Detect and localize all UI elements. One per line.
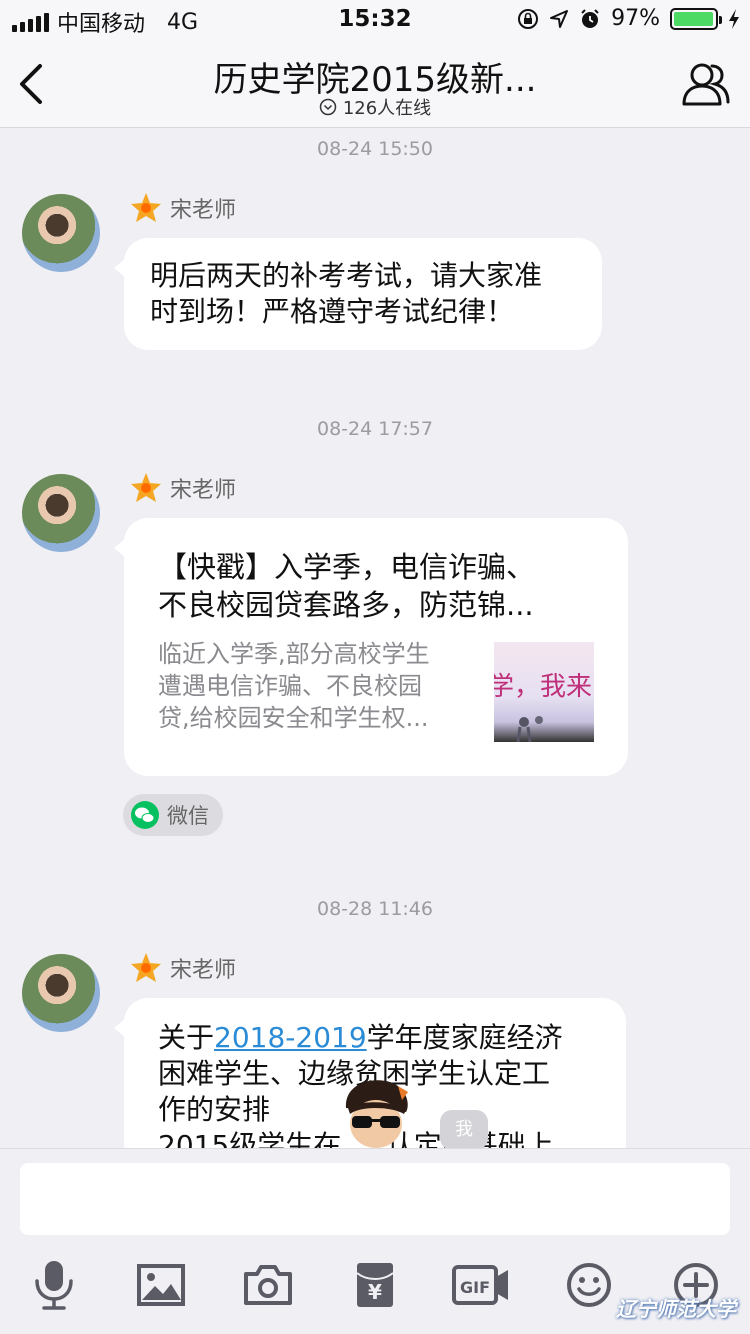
source-tag[interactable]: 微信 xyxy=(123,794,223,836)
members-icon xyxy=(682,63,730,106)
message-text-line: 关于2018-2019学年度家庭经济 xyxy=(158,1020,592,1056)
message-text-prefix: 关于 xyxy=(158,1021,215,1054)
charging-icon xyxy=(729,8,739,29)
sender-name[interactable]: 宋老师 xyxy=(170,192,236,224)
card-title-line: 不良校园贷套路多，防范锦... xyxy=(158,588,534,622)
chat-area[interactable]: 08-24 15:50 宋老师 明后两天的补考考试，请大家准 时到场！严格遵守考… xyxy=(0,128,750,1148)
sender-row: 宋老师 xyxy=(130,192,236,224)
sender-name[interactable]: 宋老师 xyxy=(170,472,236,504)
sender-name[interactable]: 宋老师 xyxy=(170,952,236,984)
battery-percent: 97% xyxy=(611,6,660,31)
avatar[interactable] xyxy=(22,194,100,272)
star-badge-icon xyxy=(131,953,161,982)
image-icon xyxy=(137,1264,185,1306)
input-bar: ¥ GIF 辽宁师范大学 xyxy=(0,1148,750,1334)
message-input[interactable] xyxy=(20,1163,730,1235)
message-bubble[interactable]: 明后两天的补考考试，请大家准 时到场！严格遵守考试纪律！ xyxy=(114,238,602,350)
image-button[interactable] xyxy=(133,1257,189,1313)
mic-icon xyxy=(35,1261,73,1310)
group-members-button[interactable] xyxy=(680,60,732,108)
card-thumbnail: 学，我来 xyxy=(494,642,594,742)
sender-row: 宋老师 xyxy=(130,952,236,984)
timestamp: 08-24 15:50 xyxy=(316,138,433,160)
message-link[interactable]: 2018-2019 xyxy=(214,1021,367,1054)
sender-row: 宋老师 xyxy=(130,472,236,504)
gif-icon: GIF xyxy=(452,1265,508,1305)
card-title-line: 【快戳】入学季，电信诈骗、 xyxy=(158,550,536,584)
nav-bar: 历史学院2015级新... 126人在线 xyxy=(0,40,750,128)
sticker-icon[interactable] xyxy=(338,1078,414,1148)
wechat-icon xyxy=(131,801,159,829)
alarm-icon xyxy=(581,8,599,28)
timestamp: 08-24 17:57 xyxy=(316,418,433,440)
emoji-icon xyxy=(567,1263,611,1307)
timestamp: 08-28 11:46 xyxy=(316,898,433,920)
online-status[interactable]: 126人在线 xyxy=(0,94,750,120)
camera-icon xyxy=(244,1265,292,1305)
me-badge: 我 xyxy=(440,1110,488,1148)
message-text-line: 明后两天的补考考试，请大家准 xyxy=(150,259,543,292)
message-text-rest: 学年度家庭经济 xyxy=(366,1021,563,1054)
red-packet-icon: ¥ xyxy=(356,1263,394,1307)
camera-button[interactable] xyxy=(240,1257,296,1313)
rotation-lock-icon xyxy=(518,8,539,29)
location-icon xyxy=(550,9,569,28)
watermark: 辽宁师范大学 xyxy=(616,1297,736,1321)
online-count: 126人在线 xyxy=(342,98,432,119)
star-badge-icon xyxy=(131,193,161,222)
svg-text:GIF: GIF xyxy=(460,1278,490,1297)
status-bar: 中国移动 4G 15:32 97% xyxy=(0,0,750,40)
gif-button[interactable]: GIF xyxy=(452,1257,510,1313)
battery-icon xyxy=(670,7,722,30)
source-label: 微信 xyxy=(167,804,209,828)
emoji-button[interactable] xyxy=(561,1257,617,1313)
voice-button[interactable] xyxy=(26,1257,82,1313)
message-text-line: 时到场！严格遵守考试纪律！ xyxy=(150,295,515,328)
red-packet-button[interactable]: ¥ xyxy=(347,1257,403,1313)
card-desc-line: 遭遇电信诈骗、不良校园 xyxy=(158,672,422,700)
avatar[interactable] xyxy=(22,474,100,552)
svg-text:¥: ¥ xyxy=(368,1280,382,1304)
chevron-down-circle-icon xyxy=(319,98,337,116)
star-badge-icon xyxy=(131,473,161,502)
avatar[interactable] xyxy=(22,954,100,1032)
card-desc-line: 贷,给校园安全和学生权... xyxy=(158,704,429,732)
card-desc-line: 临近入学季,部分高校学生 xyxy=(158,640,430,668)
shared-link-card[interactable]: 【快戳】入学季，电信诈骗、 不良校园贷套路多，防范锦... 临近入学季,部分高校… xyxy=(114,518,628,776)
